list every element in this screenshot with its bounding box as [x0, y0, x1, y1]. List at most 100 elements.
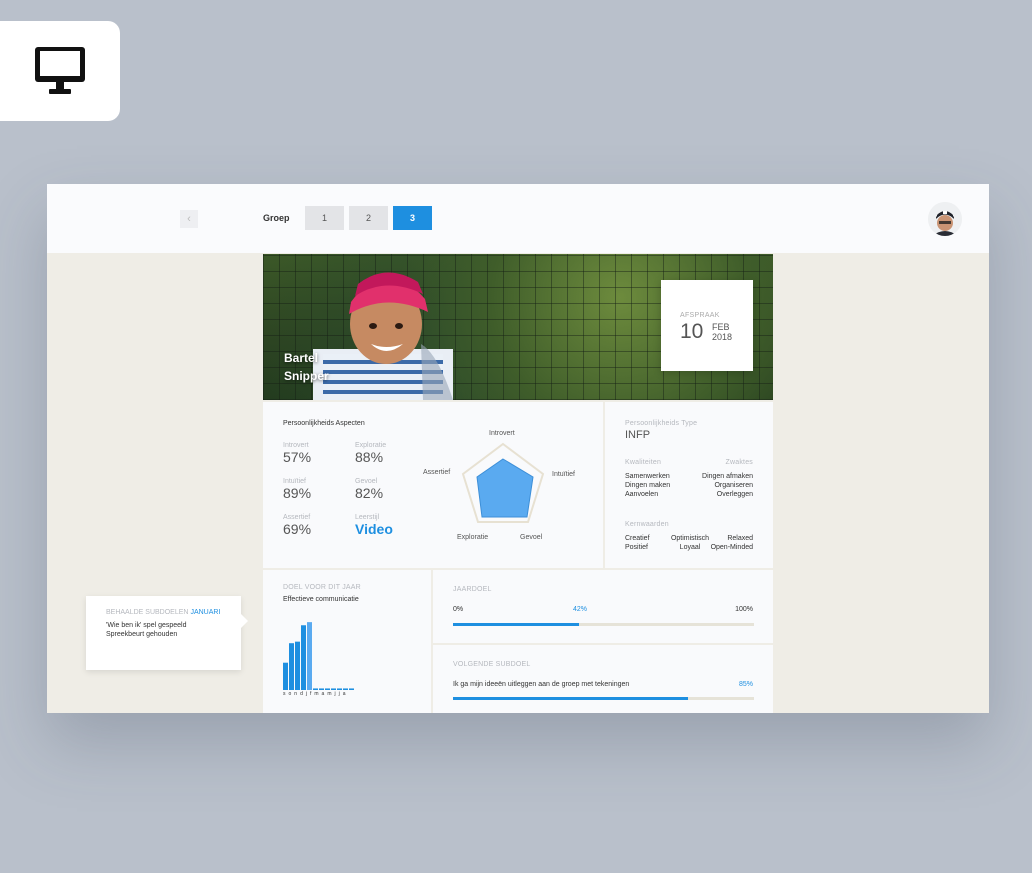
weakness-item: Dingen afmaken	[702, 473, 753, 480]
weakness-item: Organiseren	[714, 482, 753, 489]
metric-value-assertief: 69%	[283, 521, 312, 537]
month-bar	[337, 688, 342, 690]
quality-item: Dingen maken	[625, 482, 671, 489]
tab-group-3[interactable]: 3	[393, 206, 432, 230]
personality-type-panel: Persoonlijkheids Type INFP Kwaliteiten Z…	[605, 402, 773, 568]
groep-label: Groep	[263, 213, 290, 223]
goal-title: DOEL VOOR DIT JAAR	[283, 584, 361, 591]
month-bar	[325, 688, 330, 690]
year-goal-end: 100%	[735, 606, 753, 613]
personality-aspects-panel: Persoonlijkheids Aspecten Introvert 57% …	[263, 402, 603, 568]
goal-value: Effectieve communicatie	[283, 596, 359, 603]
month-label: a	[342, 691, 349, 697]
tooltip-item: Spreekbeurt gehouden	[106, 631, 178, 638]
tab-group-2[interactable]: 2	[349, 206, 388, 230]
next-subgoal-progress-fill	[453, 697, 688, 700]
device-badge	[0, 21, 120, 121]
tooltip-title: BEHAALDE SUBDOELEN	[106, 609, 189, 616]
appointment-label: AFSPRAAK	[680, 312, 720, 319]
metric-value-intuitief: 89%	[283, 485, 312, 501]
month-bar	[349, 688, 354, 690]
appointment-month-year: FEB 2018	[712, 322, 732, 342]
aspects-title: Persoonlijkheids Aspecten	[283, 420, 365, 427]
app-window: ‹ Groep 1 2 3 Bartel Snipper AFSPRAAK 10…	[47, 184, 989, 713]
month-bar	[343, 688, 348, 690]
tab-group-1[interactable]: 1	[305, 206, 344, 230]
appointment-card[interactable]: AFSPRAAK 10 FEB 2018	[661, 280, 753, 371]
metric-value-introvert: 57%	[283, 449, 312, 465]
month-bar	[301, 625, 306, 690]
metric-label-intuitief: Intuïtief	[283, 478, 306, 485]
metric-label-introvert: Introvert	[283, 442, 309, 449]
year-goal-chart-panel: DOEL VOOR DIT JAAR Effectieve communicat…	[263, 570, 431, 713]
metric-label-leerstijl: Leerstijl	[355, 514, 380, 521]
radar-data-shape	[476, 458, 534, 518]
student-name: Bartel Snipper	[284, 349, 329, 385]
next-subgoal-panel: VOLGENDE SUBDOEL Ik ga mijn ideeën uitle…	[433, 645, 773, 713]
personality-radar-chart	[461, 442, 545, 523]
year-goal-panel: JAARDOEL 0% 42% 100%	[433, 570, 773, 643]
type-value: INFP	[625, 429, 651, 441]
metric-value-leerstijl: Video	[355, 521, 393, 537]
back-button[interactable]: ‹	[180, 210, 198, 228]
month-label: m	[314, 691, 322, 697]
month-bar	[331, 688, 336, 690]
metric-label-assertief: Assertief	[283, 514, 311, 521]
metric-label-gevoel: Gevoel	[355, 478, 378, 485]
month-bar	[289, 643, 294, 690]
radar-label-gevoel: Gevoel	[520, 534, 543, 541]
quality-item: Samenwerken	[625, 473, 670, 480]
radar-label-intuitief: Intuïtief	[552, 471, 575, 478]
appointment-month: FEB	[712, 322, 730, 332]
core-value-item: Loyaal	[679, 544, 701, 551]
metric-value-gevoel: 82%	[355, 485, 384, 501]
core-value-item: Optimistisch	[670, 535, 710, 542]
tooltip-month: JANUARI	[190, 609, 221, 616]
core-values-label: Kernwaarden	[625, 521, 669, 528]
next-subgoal-progress-bar	[453, 697, 754, 700]
appointment-year: 2018	[712, 332, 733, 342]
qualities-label: Kwaliteiten	[625, 459, 662, 466]
year-goal-progress-fill	[453, 623, 580, 626]
desktop-icon	[35, 47, 85, 94]
top-bar: ‹ Groep 1 2 3	[47, 184, 989, 253]
tooltip-title-row: BEHAALDE SUBDOELEN JANUARI	[106, 609, 220, 616]
core-value-item: Creatief	[625, 535, 650, 542]
weakness-item: Overleggen	[716, 491, 753, 498]
month-bar	[313, 688, 318, 690]
next-subgoal-text: Ik ga mijn ideeën uitleggen aan de groep…	[453, 681, 630, 688]
tooltip-item: 'Wie ben ik' spel gespeeld	[106, 622, 187, 629]
metric-label-exploratie: Exploratie	[355, 442, 387, 449]
radar-label-introvert: Introvert	[489, 430, 515, 437]
student-last-name: Snipper	[284, 369, 329, 383]
year-goal-title: JAARDOEL	[453, 586, 492, 593]
month-bar	[283, 662, 288, 690]
month-bar	[295, 641, 300, 690]
core-value-item: Positief	[625, 544, 648, 551]
user-avatar[interactable]	[928, 202, 962, 236]
avatar-image	[928, 202, 962, 236]
appointment-day: 10	[680, 320, 704, 343]
student-hero: Bartel Snipper AFSPRAAK 10 FEB 2018	[263, 254, 773, 400]
quality-item: Aanvoelen	[625, 491, 659, 498]
metric-value-exploratie: 88%	[355, 449, 384, 465]
month-bar	[307, 622, 312, 690]
achieved-subgoals-tooltip: BEHAALDE SUBDOELEN JANUARI 'Wie ben ik' …	[86, 596, 248, 670]
radar-label-exploratie: Exploratie	[457, 534, 489, 541]
next-subgoal-title: VOLGENDE SUBDOEL	[453, 661, 531, 668]
monthly-progress-chart	[283, 622, 354, 690]
core-value-item: Open-Minded	[710, 544, 753, 551]
chevron-left-icon: ‹	[187, 213, 191, 225]
year-goal-progress-bar	[453, 623, 754, 626]
type-title: Persoonlijkheids Type	[625, 420, 698, 427]
month-bar	[319, 688, 324, 690]
chart-months: sondjfmamjja	[283, 691, 349, 697]
year-goal-start: 0%	[453, 606, 464, 613]
main-content: Bartel Snipper AFSPRAAK 10 FEB 2018 Pers…	[263, 254, 773, 713]
year-goal-current: 42%	[573, 606, 588, 613]
weaknesses-label: Zwaktes	[725, 459, 753, 466]
radar-label-assertief: Assertief	[423, 469, 451, 476]
next-subgoal-percent: 85%	[738, 681, 753, 688]
core-value-item: Relaxed	[727, 535, 753, 542]
student-first-name: Bartel	[284, 351, 319, 365]
